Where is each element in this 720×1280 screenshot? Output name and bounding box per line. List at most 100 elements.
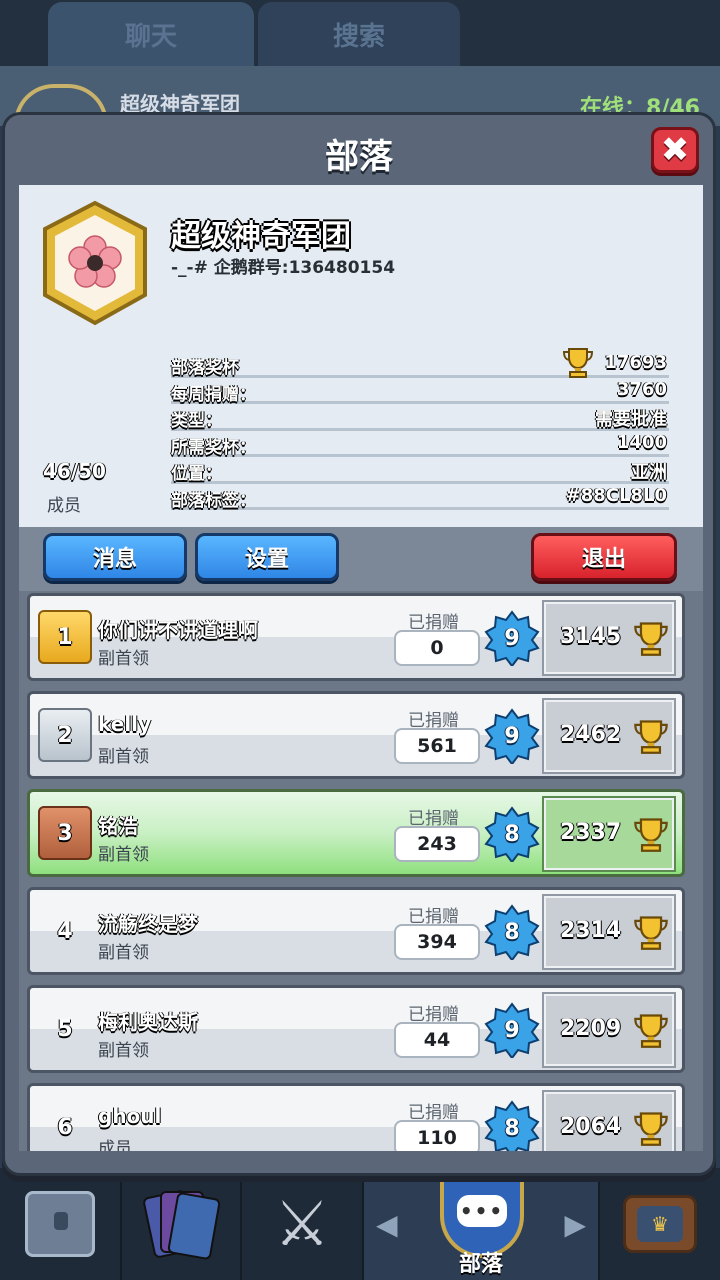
cards-icon — [142, 1187, 222, 1261]
clan-stats: 部落奖杯 17693 每周捐赠： 3760 类型： 需要批准 所需奖杯： 140… — [171, 348, 669, 511]
modal-title: 部落 — [325, 137, 393, 177]
tab-chat[interactable]: 聊天 — [48, 2, 254, 66]
stat-type: 类型： 需要批准 — [171, 404, 669, 431]
member-row[interactable]: 6 ghoul 成员 已捐赠 110 8 2064 — [27, 1083, 685, 1151]
rank-badge: 3 — [38, 806, 92, 860]
rank-badge: 5 — [57, 1016, 73, 1042]
stat-label: 所需奖杯： — [171, 437, 256, 458]
trophy-icon — [632, 1010, 670, 1054]
arrow-right-icon[interactable]: ▶ — [564, 1208, 586, 1241]
trophy-count-box: 2462 — [542, 698, 676, 774]
trophy-icon — [632, 1108, 670, 1151]
members-count: 46/50 — [43, 459, 106, 483]
trophy-value: 2314 — [560, 918, 622, 943]
trophy-count-box: 3145 — [542, 600, 676, 676]
member-role: 副首领 — [98, 747, 149, 767]
member-list[interactable]: 1 你们讲不讲道理啊 副首领 已捐赠 0 9 3145 2 kelly 副首领 已捐赠 561 9 246… — [19, 591, 703, 1151]
nav-shop[interactable] — [0, 1168, 122, 1280]
member-role: 成员 — [98, 1139, 132, 1151]
trophy-count-box: 2337 — [542, 796, 676, 872]
bottom-nav: ⚔ ◀ ••• ▶ 部落 ♛ — [0, 1168, 720, 1280]
swords-icon: ⚔ — [274, 1187, 330, 1260]
member-name: 流觞终是梦 — [98, 912, 198, 936]
rank-badge: 6 — [57, 1114, 73, 1140]
clan-info-panel: 超级神奇军团 -_-# 企鹅群号:136480154 46/50 成员 部落奖杯… — [19, 185, 703, 527]
settings-button[interactable]: 设置 — [195, 533, 339, 581]
clan-badge-icon — [39, 199, 151, 327]
tab-search[interactable]: 搜索 — [258, 2, 460, 66]
nav-battle[interactable]: ⚔ — [242, 1168, 364, 1280]
member-row[interactable]: 4 流觞终是梦 副首领 已捐赠 394 8 2314 — [27, 887, 685, 975]
stat-value: 3760 — [616, 378, 667, 400]
level-value: 8 — [504, 821, 520, 847]
level-badge-icon: 9 — [484, 1002, 540, 1058]
close-icon: ✖ — [660, 130, 690, 170]
level-badge-icon: 9 — [484, 708, 540, 764]
member-name: ghoul — [98, 1104, 162, 1128]
trophy-icon — [632, 912, 670, 956]
level-badge-icon: 9 — [484, 610, 540, 666]
level-badge-icon: 8 — [484, 1100, 540, 1151]
trophy-value: 2064 — [560, 1114, 622, 1139]
stat-label: 类型： — [171, 411, 222, 431]
rank-badge: 4 — [57, 918, 73, 944]
donated-value: 44 — [394, 1022, 480, 1058]
member-name: 铭浩 — [98, 814, 138, 838]
level-badge-icon: 8 — [484, 904, 540, 960]
trophy-count-box: 2064 — [542, 1090, 676, 1151]
stat-weekly-donations: 每周捐赠： 3760 — [171, 378, 669, 405]
member-row[interactable]: 5 梅利奥达斯 副首领 已捐赠 44 9 2209 — [27, 985, 685, 1073]
donated-value: 243 — [394, 826, 480, 862]
stat-label: 位置： — [171, 464, 222, 484]
nav-clan-label: 部落 — [458, 1252, 503, 1277]
member-role: 副首领 — [98, 943, 149, 963]
member-role: 副首领 — [98, 845, 149, 865]
level-value: 9 — [504, 625, 520, 651]
level-value: 9 — [504, 723, 520, 749]
clan-icon: ••• — [440, 1168, 524, 1258]
trophy-value: 2462 — [560, 722, 622, 747]
trophy-icon — [632, 618, 670, 662]
tv-icon: ♛ — [623, 1195, 697, 1253]
message-button[interactable]: 消息 — [43, 533, 187, 581]
trophy-count-box: 2209 — [542, 992, 676, 1068]
stat-value: #88CL8L0 — [565, 484, 667, 506]
member-role: 副首领 — [98, 1041, 149, 1061]
stat-clan-trophies: 部落奖杯 17693 — [171, 348, 669, 378]
donated-value: 394 — [394, 924, 480, 960]
clan-description: -_-# 企鹅群号:136480154 — [171, 258, 396, 278]
trophy-value: 2209 — [560, 1016, 622, 1041]
trophy-count-box: 2314 — [542, 894, 676, 970]
rank-badge: 1 — [38, 610, 92, 664]
member-name: kelly — [98, 712, 152, 736]
arrow-left-icon[interactable]: ◀ — [376, 1208, 398, 1241]
member-row[interactable]: 1 你们讲不讲道理啊 副首领 已捐赠 0 9 3145 — [27, 593, 685, 681]
member-row[interactable]: 3 铭浩 副首领 已捐赠 243 8 2337 — [27, 789, 685, 877]
member-row[interactable]: 2 kelly 副首领 已捐赠 561 9 2462 — [27, 691, 685, 779]
stat-location: 位置： 亚洲 — [171, 457, 669, 484]
clan-modal: 部落 ✖ 超级神奇军团 -_-# 企鹅群号:136480154 46/50 成员 — [2, 112, 716, 1176]
nav-clan[interactable]: ◀ ••• ▶ 部落 — [364, 1168, 600, 1280]
action-bar: 消息 设置 退出 — [19, 527, 703, 591]
stat-clan-tag: 部落标签： #88CL8L0 — [171, 484, 669, 511]
stat-label: 部落奖杯 — [171, 358, 239, 378]
nav-tv[interactable]: ♛ — [600, 1168, 720, 1280]
member-name: 梅利奥达斯 — [98, 1010, 198, 1034]
stat-label: 部落标签： — [171, 490, 256, 511]
member-name: 你们讲不讲道理啊 — [98, 618, 258, 642]
stat-value: 17693 — [604, 352, 667, 373]
trophy-icon — [632, 716, 670, 760]
stat-value: 亚洲 — [631, 462, 667, 483]
level-badge-icon: 8 — [484, 806, 540, 862]
close-button[interactable]: ✖ — [651, 127, 699, 173]
nav-cards[interactable] — [122, 1168, 242, 1280]
exit-clan-button[interactable]: 退出 — [531, 533, 677, 581]
stat-value: 需要批准 — [595, 409, 667, 430]
stat-required-trophies: 所需奖杯： 1400 — [171, 431, 669, 458]
rank-badge: 2 — [38, 708, 92, 762]
donated-value: 0 — [394, 630, 480, 666]
clan-name: 超级神奇军团 — [171, 219, 351, 254]
chat-header-bar: 聊天 搜索 — [0, 0, 720, 70]
level-value: 8 — [504, 1115, 520, 1141]
trophy-value: 3145 — [560, 624, 622, 649]
